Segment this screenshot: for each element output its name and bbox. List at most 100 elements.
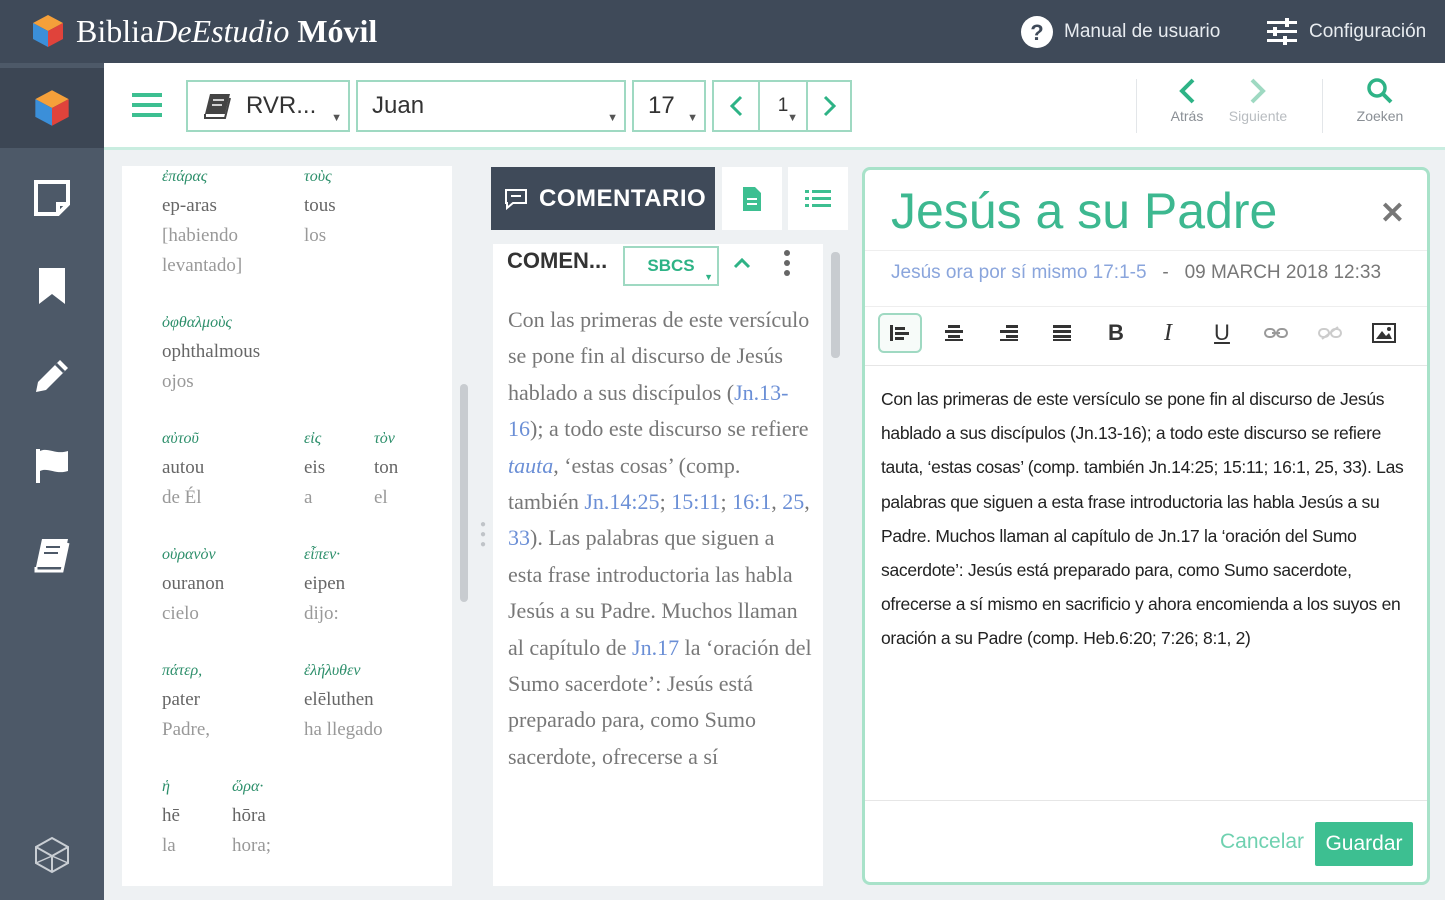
search-button[interactable]: Zoeken (1348, 77, 1412, 124)
interlinear-word[interactable]: οὐρανὸν ouranon cielo (162, 540, 292, 629)
collapse-button[interactable] (733, 256, 751, 274)
notes-icon (34, 180, 70, 216)
greek-word[interactable]: ὥρα· (232, 772, 362, 801)
chevron-left-icon (729, 95, 743, 117)
interlinear-word[interactable]: ὥρα· hōra hora; (232, 772, 362, 861)
greek-word[interactable]: ἐλήλυθεν (304, 656, 434, 685)
italic-button[interactable]: I (1146, 313, 1190, 353)
tab-document[interactable] (722, 167, 782, 230)
version-value: RVR... (246, 92, 317, 119)
sidebar-item-bookmarks[interactable] (0, 246, 104, 326)
scripture-reference-link[interactable]: 16:1 (732, 489, 771, 514)
sidebar-item-3d[interactable] (0, 815, 104, 895)
interlinear-word[interactable]: τοὺς tous los (304, 166, 434, 251)
bold-button[interactable]: B (1094, 313, 1138, 353)
meta-separator: - (1162, 262, 1169, 283)
commentary-text-segment: ; (720, 489, 733, 515)
search-label: Zoeken (1356, 108, 1404, 124)
note-reference-link[interactable]: Jesús ora por sí mismo 17:1-5 (891, 262, 1147, 283)
align-right-icon (1000, 325, 1018, 341)
more-options-button[interactable] (783, 250, 791, 281)
speech-bubble-icon (505, 188, 527, 210)
chapter-select[interactable]: 17 ▼ (632, 80, 706, 132)
transliteration: ep-aras (162, 195, 217, 216)
next-button[interactable]: Siguiente (1220, 77, 1296, 124)
note-title[interactable]: Jesús a su Padre (891, 182, 1277, 240)
interlinear-word[interactable]: αὐτοῦ autou de Él (162, 424, 292, 513)
greek-word[interactable]: ἐπάρας (162, 166, 282, 191)
interlinear-scrollbar[interactable] (460, 384, 468, 602)
commentary-text: Con las primeras de este versículo se po… (508, 302, 813, 775)
interlinear-word[interactable]: εἶπεν· eipen dijo: (304, 540, 434, 629)
transliteration: elēluthen (304, 689, 374, 710)
greek-word[interactable]: ὀφθαλμοὺς (162, 308, 292, 337)
brand: BibliaDeEstudio Móvil (30, 8, 377, 54)
chevron-down-icon: ▼ (607, 112, 618, 124)
scripture-reference-link[interactable]: Jn.17 (632, 635, 679, 660)
greek-word[interactable]: αὐτοῦ (162, 424, 292, 453)
greek-word[interactable]: πάτερ, (162, 656, 292, 685)
greek-word[interactable]: τοὺς (304, 166, 434, 191)
commentary-source-select[interactable]: SBCS ▼ (623, 246, 719, 286)
resize-handle[interactable]: ● ● ● (480, 520, 486, 564)
sidebar-item-notes[interactable] (0, 158, 104, 238)
translation: [habiendo levantado] (162, 225, 243, 276)
help-icon: ? (1021, 16, 1053, 48)
interlinear-word[interactable]: τὸν ton el (374, 424, 452, 513)
align-center-button[interactable] (932, 313, 976, 353)
version-select[interactable]: RVR... ▼ (186, 80, 350, 132)
transliteration: ophthalmous (162, 341, 261, 362)
settings-link[interactable]: Configuración (1265, 14, 1426, 50)
scripture-reference-link[interactable]: 15:11 (671, 489, 720, 514)
book-icon (204, 94, 231, 119)
next-verse-button[interactable] (806, 82, 852, 130)
chevron-left-icon (1179, 78, 1195, 104)
scripture-reference-link[interactable]: Jn.14:25 (584, 489, 659, 514)
app-logo-icon (33, 15, 63, 47)
note-body-editor[interactable]: Con las primeras de este versículo se po… (881, 382, 1421, 656)
transliteration: ton (374, 457, 399, 478)
sidebar-item-library[interactable] (0, 515, 104, 595)
commentary-scrollbar[interactable] (831, 252, 840, 358)
greek-word[interactable]: τὸν (374, 424, 452, 453)
book-icon (34, 539, 70, 573)
user-manual-link[interactable]: ? Manual de usuario (1020, 14, 1220, 50)
scripture-reference-link[interactable]: 33 (508, 525, 530, 550)
verse-select[interactable]: 1 ▼ (760, 82, 806, 130)
unlink-button[interactable] (1308, 313, 1352, 353)
commentary-text-segment: ; (659, 489, 672, 515)
close-button[interactable]: ✕ (1380, 196, 1405, 231)
sidebar-item-flags[interactable] (0, 425, 104, 505)
greek-word[interactable]: εἶπεν· (304, 540, 434, 569)
previous-verse-button[interactable] (714, 82, 760, 130)
scripture-reference-link[interactable]: 25 (782, 489, 804, 514)
interlinear-word[interactable]: ὀφθαλμοὺς ophthalmous ojos (162, 308, 292, 397)
app-logo-icon (35, 90, 69, 126)
translation: los (304, 225, 327, 246)
link-button[interactable] (1254, 313, 1298, 353)
interlinear-panel: ἐπάρας ep-aras [habiendo levantado] τοὺς tou… (122, 166, 452, 886)
align-right-button[interactable] (986, 313, 1030, 353)
justify-button[interactable] (1040, 313, 1084, 353)
back-button[interactable]: Atrás (1162, 77, 1212, 124)
insert-image-button[interactable] (1362, 313, 1406, 353)
tab-commentary[interactable]: COMENTARIO (491, 167, 715, 230)
commentary-text-segment: , (804, 489, 810, 515)
interlinear-word[interactable]: ἐπάρας ep-aras [habiendo levantado] (162, 166, 282, 281)
underline-button[interactable]: U (1200, 313, 1244, 353)
interlinear-word[interactable]: ἐλήλυθεν elēluthen ha llegado (304, 656, 434, 745)
interlinear-word[interactable]: πάτερ, pater Padre, (162, 656, 292, 745)
greek-word[interactable]: οὐρανὸν (162, 540, 292, 569)
image-icon (1372, 323, 1396, 343)
book-select[interactable]: Juan ▼ (356, 80, 626, 132)
sidebar-item-home[interactable] (0, 68, 104, 148)
cancel-button[interactable]: Cancelar (1220, 830, 1304, 854)
kebab-menu-icon (784, 250, 790, 276)
tab-list[interactable] (788, 167, 848, 230)
greek-term-link[interactable]: tauta (508, 453, 553, 478)
menu-button[interactable] (132, 91, 162, 124)
save-button[interactable]: Guardar (1315, 822, 1413, 866)
align-left-button[interactable] (878, 313, 922, 353)
translation: dijo: (304, 603, 339, 624)
sidebar-item-highlight[interactable] (0, 336, 104, 416)
